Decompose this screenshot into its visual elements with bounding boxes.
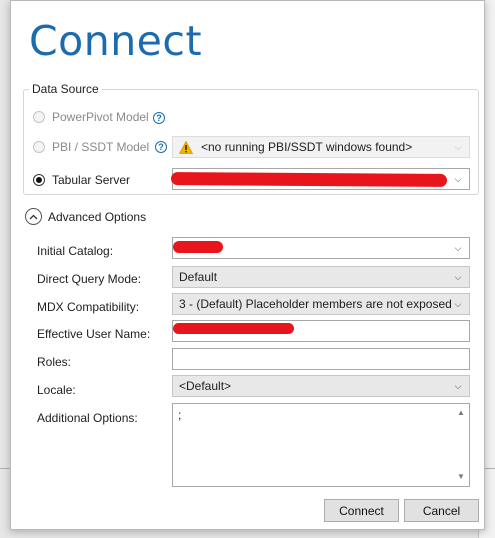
initial-catalog-label: Initial Catalog: <box>37 244 114 258</box>
radio-pbi-ssdt-label: PBI / SSDT Model <box>52 140 150 154</box>
locale-value: <Default> <box>179 379 232 393</box>
additional-options-label: Additional Options: <box>37 411 138 425</box>
roles-label: Roles: <box>37 355 72 369</box>
redaction-mark <box>173 323 294 334</box>
radio-powerpivot-label: PowerPivot Model <box>52 110 149 124</box>
mdx-compatibility-label: MDX Compatibility: <box>37 300 140 314</box>
chevron-down-icon[interactable]: ⌵ <box>452 172 464 186</box>
scroll-down-icon[interactable]: ▼ <box>455 472 467 482</box>
dialog-title: Connect <box>29 17 203 65</box>
chevron-down-icon[interactable]: ⌵ <box>452 140 464 154</box>
effective-user-name-label: Effective User Name: <box>37 327 151 341</box>
pbi-ssdt-combo-value: <no running PBI/SSDT windows found> <box>201 140 413 154</box>
advanced-options-label: Advanced Options <box>48 209 147 224</box>
radio-tabular-server-button[interactable] <box>33 174 45 186</box>
chevron-down-icon[interactable]: ⌵ <box>452 241 464 255</box>
direct-query-mode-select[interactable]: Default ⌵ <box>172 266 470 288</box>
chevron-down-icon[interactable]: ⌵ <box>452 297 464 311</box>
redaction-mark <box>173 241 223 253</box>
additional-options-value: ; <box>178 408 182 422</box>
scroll-up-icon[interactable]: ▲ <box>455 408 467 418</box>
help-icon[interactable]: ? <box>155 141 167 153</box>
locale-label: Locale: <box>37 383 76 397</box>
help-icon[interactable]: ? <box>153 112 165 124</box>
radio-powerpivot[interactable]: PowerPivot Model <box>33 108 149 126</box>
cancel-button[interactable]: Cancel <box>404 499 479 522</box>
chevron-down-icon[interactable]: ⌵ <box>452 379 464 393</box>
radio-pbi-ssdt[interactable]: PBI / SSDT Model <box>33 138 149 156</box>
mdx-compatibility-select[interactable]: 3 - (Default) Placeholder members are no… <box>172 293 470 315</box>
direct-query-mode-value: Default <box>179 270 218 284</box>
chevron-down-icon[interactable]: ⌵ <box>452 270 464 284</box>
radio-tabular-server[interactable]: Tabular Server <box>33 171 130 189</box>
direct-query-mode-label: Direct Query Mode: <box>37 272 142 286</box>
radio-powerpivot-button[interactable] <box>33 111 45 123</box>
connect-button[interactable]: Connect <box>324 499 399 522</box>
radio-pbi-ssdt-button[interactable] <box>33 141 45 153</box>
chevron-up-icon[interactable] <box>25 208 42 225</box>
connect-dialog: Connect Data Source PowerPivot Model ? P… <box>10 0 485 530</box>
radio-tabular-server-label: Tabular Server <box>52 173 131 187</box>
warning-icon <box>179 140 193 154</box>
advanced-options-toggle[interactable]: Advanced Options <box>25 208 146 225</box>
locale-select[interactable]: <Default> ⌵ <box>172 375 470 397</box>
additional-options-textarea[interactable]: ; ▲ ▼ <box>172 403 470 487</box>
roles-input[interactable] <box>172 348 470 370</box>
data-source-legend: Data Source <box>29 82 102 96</box>
pbi-ssdt-combo[interactable]: <no running PBI/SSDT windows found> ⌵ <box>172 136 470 158</box>
mdx-compatibility-value: 3 - (Default) Placeholder members are no… <box>179 297 451 311</box>
redaction-mark <box>170 172 448 187</box>
